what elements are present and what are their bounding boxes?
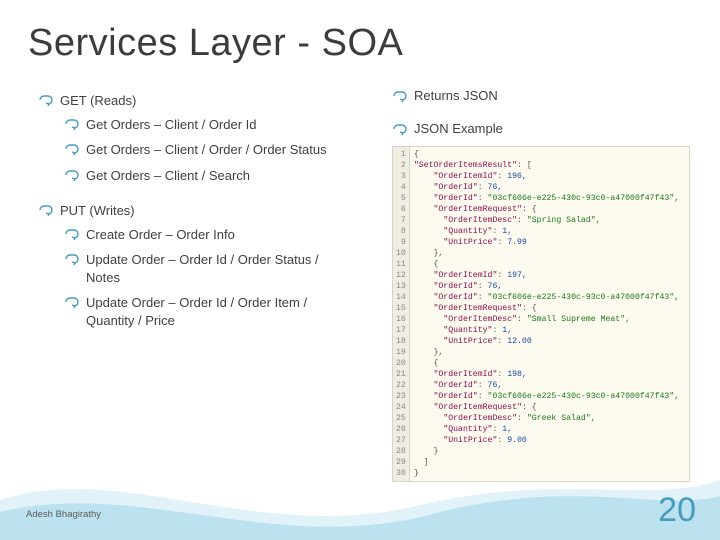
loop-bullet-icon bbox=[392, 90, 410, 104]
put-item: Update Order – Order Id / Order Status /… bbox=[64, 251, 348, 286]
get-text: Get Orders – Client / Order Id bbox=[86, 116, 348, 134]
loop-bullet-icon bbox=[64, 253, 82, 267]
json-code-block: 1 2 3 4 5 6 7 8 9 10 11 12 13 14 15 16 1… bbox=[392, 146, 690, 482]
loop-bullet-icon bbox=[38, 204, 56, 218]
returns-row: Returns JSON bbox=[392, 88, 692, 103]
code-lines: { "SetOrderItemsResult": [ "OrderItemId"… bbox=[410, 147, 683, 481]
loop-bullet-icon bbox=[64, 118, 82, 132]
loop-bullet-icon bbox=[64, 143, 82, 157]
returns-text: Returns JSON bbox=[414, 88, 692, 103]
right-column: Returns JSON JSON Example 1 2 3 4 5 6 7 … bbox=[392, 88, 692, 482]
code-gutter: 1 2 3 4 5 6 7 8 9 10 11 12 13 14 15 16 1… bbox=[393, 147, 410, 481]
example-text: JSON Example bbox=[414, 121, 692, 136]
put-text: Create Order – Order Info bbox=[86, 226, 348, 244]
loop-bullet-icon bbox=[64, 228, 82, 242]
get-item: Get Orders – Client / Order / Order Stat… bbox=[64, 141, 348, 159]
put-heading: PUT (Writes) bbox=[60, 202, 348, 220]
put-item: Create Order – Order Info bbox=[64, 226, 348, 244]
footer-author: Adesh Bhagirathy bbox=[26, 509, 101, 520]
loop-bullet-icon bbox=[64, 169, 82, 183]
put-text: Update Order – Order Id / Order Status /… bbox=[86, 251, 348, 286]
put-heading-row: PUT (Writes) bbox=[38, 202, 348, 220]
get-text: Get Orders – Client / Order / Order Stat… bbox=[86, 141, 348, 159]
get-item: Get Orders – Client / Order Id bbox=[64, 116, 348, 134]
example-row: JSON Example bbox=[392, 121, 692, 136]
loop-bullet-icon bbox=[392, 123, 410, 137]
slide-title: Services Layer - SOA bbox=[28, 22, 403, 65]
put-item: Update Order – Order Id / Order Item / Q… bbox=[64, 294, 348, 329]
get-text: Get Orders – Client / Search bbox=[86, 167, 348, 185]
left-column: GET (Reads) Get Orders – Client / Order … bbox=[38, 92, 348, 337]
get-heading: GET (Reads) bbox=[60, 92, 348, 110]
get-item: Get Orders – Client / Search bbox=[64, 167, 348, 185]
put-text: Update Order – Order Id / Order Item / Q… bbox=[86, 294, 348, 329]
loop-bullet-icon bbox=[64, 296, 82, 310]
get-heading-row: GET (Reads) bbox=[38, 92, 348, 110]
loop-bullet-icon bbox=[38, 94, 56, 108]
page-number: 20 bbox=[658, 491, 696, 530]
